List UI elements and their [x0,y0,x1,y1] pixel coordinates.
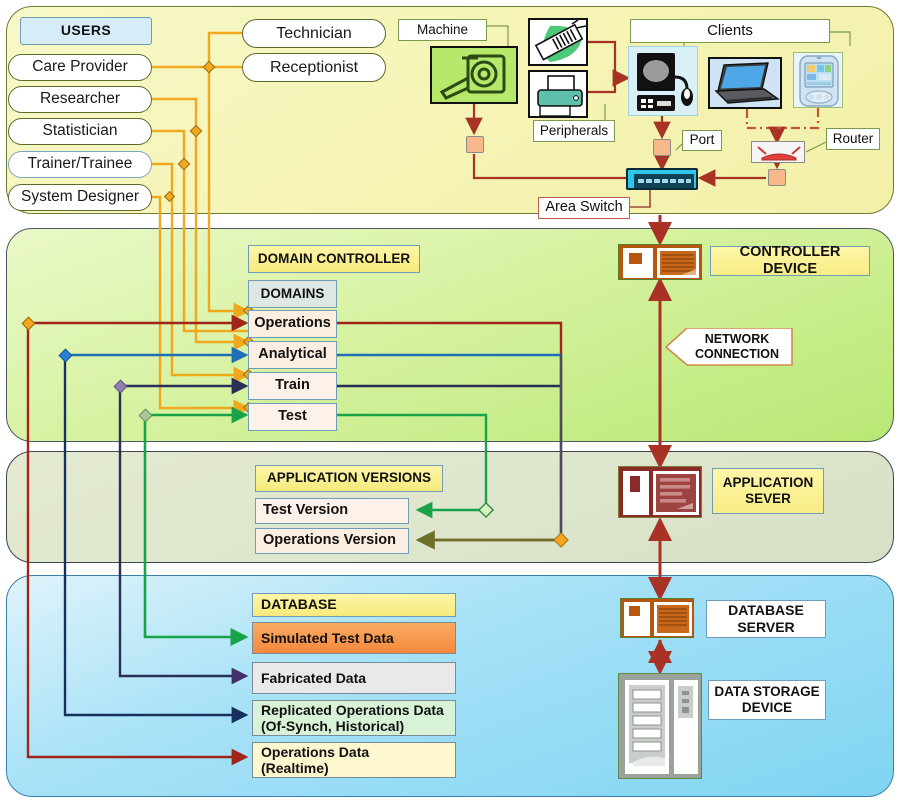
database-row-fabricated-data[interactable]: Fabricated Data [252,662,456,694]
network-connection-line2: CONNECTION [694,347,780,361]
application-server-label-line2: SEVER [745,491,791,506]
network-port-icon [466,136,484,153]
database-server-label-line2: SERVER [737,619,795,635]
user-role-researcher[interactable]: Researcher [8,86,152,113]
wireless-router-icon [751,141,805,163]
router-label: Router [826,128,880,150]
data-storage-device-label: DATA STORAGE DEVICE [708,680,826,720]
database-row-replicated-sublabel: (Of-Synch, Historical) [261,718,405,734]
printer-icon [528,70,588,118]
mri-scanner-icon [430,46,518,104]
database-server-label-line1: DATABASE [728,602,804,619]
network-switch-icon [626,168,698,190]
domain-item-operations[interactable]: Operations [248,310,337,338]
desktop-computer-icon [628,46,698,116]
user-role-system-designer[interactable]: System Designer [8,184,152,211]
machine-label: Machine [398,19,487,41]
application-server-label: APPLICATION SEVER [712,468,824,514]
staff-receptionist[interactable]: Receptionist [242,53,386,82]
domain-item-train[interactable]: Train [248,372,337,400]
network-connection-line1: NETWORK [704,332,770,346]
data-storage-device-icon [618,673,702,779]
peripherals-label: Peripherals [533,120,615,142]
domain-item-analytical[interactable]: Analytical [248,341,337,369]
database-title: DATABASE [252,593,456,617]
database-row-replicated-operations-data[interactable]: Replicated Operations Data (Of-Synch, Hi… [252,700,456,736]
domain-item-test[interactable]: Test [248,403,337,431]
application-version-test[interactable]: Test Version [255,498,409,524]
laptop-icon [708,57,782,109]
network-port-icon [653,139,671,156]
barcode-scanner-icon [528,18,588,66]
port-label: Port [682,130,722,151]
user-role-statistician[interactable]: Statistician [8,118,152,145]
database-server-label: DATABASE SERVER [706,600,826,638]
domains-subtitle: DOMAINS [248,280,337,308]
user-role-trainer-trainee[interactable]: Trainer/Trainee [8,151,152,178]
database-row-replicated-label: Replicated Operations Data [261,701,444,718]
application-server-label-line1: APPLICATION [722,475,814,491]
network-connection-callout: NETWORK CONNECTION [665,328,793,366]
pda-handheld-icon [793,52,843,108]
application-versions-title: APPLICATION VERSIONS [255,465,443,492]
diagram-canvas: USERS Care Provider Researcher Statistic… [0,0,900,800]
area-switch-label: Area Switch [538,197,630,219]
application-server-icon [618,466,702,518]
user-role-care-provider[interactable]: Care Provider [8,54,152,81]
database-row-simulated-test-data[interactable]: Simulated Test Data [252,622,456,654]
data-storage-label-line2: DEVICE [741,700,793,715]
application-version-operations[interactable]: Operations Version [255,528,409,554]
users-header: USERS [20,17,152,45]
controller-device-label: CONTROLLER DEVICE [710,244,870,277]
database-row-operations-sublabel: (Realtime) [261,760,329,776]
database-row-operations-label: Operations Data [261,743,370,760]
network-port-icon [768,169,786,186]
clients-label: Clients [630,19,830,43]
domain-controller-title: DOMAIN CONTROLLER [248,245,420,273]
controller-device-icon [618,244,702,280]
database-row-operations-data[interactable]: Operations Data (Realtime) [252,742,456,778]
data-storage-label-line1: DATA STORAGE [714,684,820,700]
database-server-icon [620,598,694,638]
staff-technician[interactable]: Technician [242,19,386,48]
